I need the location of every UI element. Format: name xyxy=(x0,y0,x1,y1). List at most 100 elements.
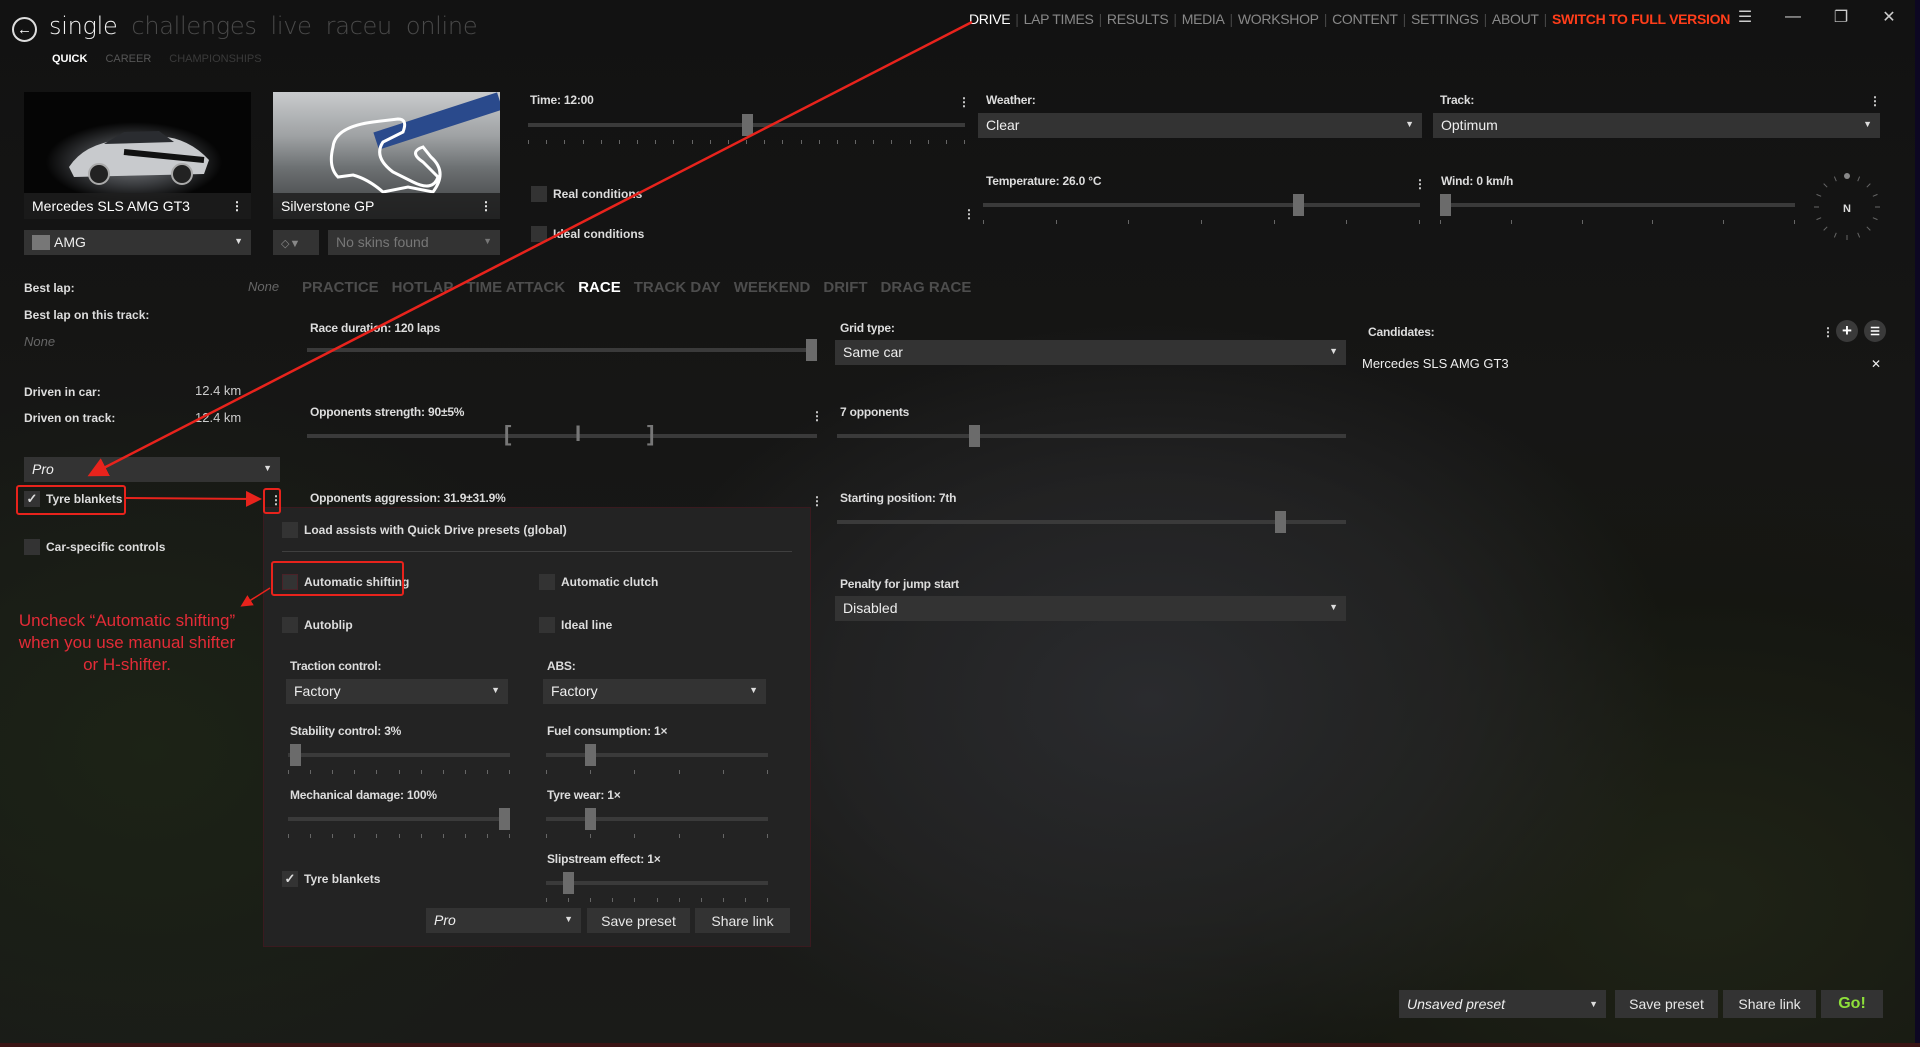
track-more-icon[interactable]: ⋮ xyxy=(480,199,492,213)
real-conditions-checkbox[interactable]: Real conditions xyxy=(531,186,642,202)
footer-save-preset-button[interactable]: Save preset xyxy=(1615,990,1718,1018)
assists-more-icon[interactable]: ⋮ xyxy=(270,494,282,506)
opponents-strength-slider[interactable]: [ I] xyxy=(307,423,817,447)
mode-tab-time-attack[interactable]: TIME ATTACK xyxy=(466,279,565,296)
weather-dropdown[interactable]: Clear ▼ xyxy=(978,113,1422,138)
slider-thumb[interactable] xyxy=(969,425,981,447)
mode-tab-drag-race[interactable]: DRAG RACE xyxy=(881,279,972,296)
mode-tab-practice[interactable]: PRACTICE xyxy=(302,279,379,296)
wind-slider[interactable] xyxy=(1440,194,1795,224)
track-condition-dropdown[interactable]: Optimum ▼ xyxy=(1433,113,1880,138)
strength-range-max-handle[interactable]: ] xyxy=(647,423,654,445)
assists-preset-dropdown[interactable]: Pro ▼ xyxy=(24,457,280,482)
candidates-more-icon[interactable]: ⋮ xyxy=(1822,326,1834,338)
mechanical-damage-slider[interactable] xyxy=(288,808,510,838)
tyre-blankets-checkbox[interactable]: ✓ Tyre blankets xyxy=(24,491,122,507)
autoblip-checkbox[interactable]: Autoblip xyxy=(282,617,353,633)
track-skins-dropdown[interactable]: No skins found ▼ xyxy=(328,230,500,255)
menu-results[interactable]: RESULTS xyxy=(1107,11,1169,27)
sub-tab-career[interactable]: CAREER xyxy=(105,53,151,65)
strength-more-icon[interactable]: ⋮ xyxy=(811,410,823,422)
abs-dropdown[interactable]: Factory ▼ xyxy=(543,679,766,704)
footer-share-link-button[interactable]: Share link xyxy=(1723,990,1816,1018)
mode-tab-race[interactable]: RACE xyxy=(578,279,621,296)
popup-preset-dropdown[interactable]: Pro ▼ xyxy=(426,908,581,933)
slider-thumb[interactable] xyxy=(585,808,597,830)
car-specific-controls-checkbox[interactable]: Car-specific controls xyxy=(24,539,165,555)
back-button[interactable]: ← xyxy=(12,17,37,42)
stability-control-slider[interactable] xyxy=(288,744,510,774)
slider-tick xyxy=(1273,220,1275,224)
time-more-icon[interactable]: ⋮ xyxy=(958,96,970,108)
automatic-shifting-checkbox[interactable]: Automatic shifting xyxy=(282,574,409,590)
fuel-consumption-slider[interactable] xyxy=(546,744,768,774)
slider-thumb[interactable] xyxy=(563,872,575,894)
mode-tab-track-day[interactable]: TRACK DAY xyxy=(634,279,721,296)
traction-control-dropdown[interactable]: Factory ▼ xyxy=(286,679,508,704)
mode-tab-weekend[interactable]: WEEKEND xyxy=(734,279,811,296)
automatic-clutch-checkbox[interactable]: Automatic clutch xyxy=(539,574,658,590)
menu-settings[interactable]: SETTINGS xyxy=(1411,11,1479,27)
car-skin-dropdown[interactable]: AMG ▼ xyxy=(24,230,251,255)
restore-icon[interactable]: ❐ xyxy=(1826,6,1856,28)
track-card[interactable]: Silverstone GP ⋮ xyxy=(273,92,500,219)
strength-value-handle[interactable]: I xyxy=(575,423,581,445)
slider-thumb[interactable] xyxy=(1292,194,1304,216)
penalty-dropdown[interactable]: Disabled ▼ xyxy=(835,596,1346,621)
menu-drive[interactable]: DRIVE xyxy=(969,11,1011,27)
wind-direction-compass[interactable]: N xyxy=(1808,168,1886,246)
slider-thumb[interactable] xyxy=(1274,511,1286,533)
menu-content[interactable]: CONTENT xyxy=(1332,11,1398,27)
slider-thumb[interactable] xyxy=(499,808,510,830)
go-button[interactable]: Go! xyxy=(1821,990,1883,1018)
menu-workshop[interactable]: WORKSHOP xyxy=(1238,11,1319,27)
sub-tab-championships[interactable]: CHAMPIONSHIPS xyxy=(169,53,261,65)
main-tab-live[interactable]: live xyxy=(271,12,312,40)
slider-thumb[interactable] xyxy=(1440,194,1451,216)
track-condition-more-icon[interactable]: ⋮ xyxy=(1869,95,1881,107)
popup-save-preset-button[interactable]: Save preset xyxy=(587,908,690,933)
strength-range-min-handle[interactable]: [ xyxy=(504,423,511,445)
starting-position-slider[interactable] xyxy=(837,511,1346,533)
footer-preset-dropdown[interactable]: Unsaved preset ▼ xyxy=(1399,990,1606,1018)
mode-tab-drift[interactable]: DRIFT xyxy=(823,279,867,296)
main-tab-online[interactable]: online xyxy=(406,12,478,40)
temperature-slider[interactable] xyxy=(983,194,1420,224)
grid-type-dropdown[interactable]: Same car ▼ xyxy=(835,340,1346,365)
tyre-wear-slider[interactable] xyxy=(546,808,768,838)
time-slider[interactable] xyxy=(528,114,965,144)
mode-tab-hotlap[interactable]: HOTLAP xyxy=(392,279,454,296)
car-more-icon[interactable]: ⋮ xyxy=(231,199,243,213)
main-tab-raceu[interactable]: raceu xyxy=(326,12,393,40)
slipstream-slider[interactable] xyxy=(546,872,768,902)
menu-media[interactable]: MEDIA xyxy=(1182,11,1225,27)
sub-tab-quick[interactable]: QUICK xyxy=(52,53,87,65)
menu-switch-full-version[interactable]: SWITCH TO FULL VERSION xyxy=(1552,11,1730,27)
minimize-icon[interactable]: — xyxy=(1778,6,1808,28)
add-candidate-button[interactable]: + xyxy=(1836,320,1858,342)
popup-share-link-button[interactable]: Share link xyxy=(695,908,790,933)
conditions-more-icon[interactable]: ⋮ xyxy=(963,208,975,220)
main-tab-challenges[interactable]: challenges xyxy=(131,12,256,40)
menu-about[interactable]: ABOUT xyxy=(1492,11,1539,27)
ideal-conditions-checkbox[interactable]: Ideal conditions xyxy=(531,226,644,242)
candidates-settings-button[interactable]: ☰ xyxy=(1864,320,1886,342)
track-layout-dropdown[interactable]: ◇▼ xyxy=(273,230,319,255)
menu-lap-times[interactable]: LAP TIMES xyxy=(1024,11,1094,27)
slider-thumb[interactable] xyxy=(289,744,301,766)
race-duration-slider[interactable] xyxy=(307,339,817,361)
close-icon[interactable]: ✕ xyxy=(1874,6,1904,28)
popup-tyre-blankets-checkbox[interactable]: ✓ Tyre blankets xyxy=(282,871,380,887)
temperature-more-icon[interactable]: ⋮ xyxy=(1414,178,1426,190)
load-assists-checkbox[interactable]: Load assists with Quick Drive presets (g… xyxy=(282,522,567,538)
aggression-more-icon[interactable]: ⋮ xyxy=(811,495,823,507)
ideal-line-checkbox[interactable]: Ideal line xyxy=(539,617,612,633)
slider-thumb[interactable] xyxy=(806,339,817,361)
slider-thumb[interactable] xyxy=(741,114,753,136)
car-card[interactable]: Mercedes SLS AMG GT3 ⋮ xyxy=(24,92,251,219)
remove-candidate-icon[interactable]: ✕ xyxy=(1871,357,1881,371)
main-tab-single[interactable]: single xyxy=(49,12,118,40)
hamburger-menu-icon[interactable]: ☰ xyxy=(1730,6,1760,28)
slider-thumb[interactable] xyxy=(585,744,597,766)
opponents-count-slider[interactable] xyxy=(837,425,1346,447)
